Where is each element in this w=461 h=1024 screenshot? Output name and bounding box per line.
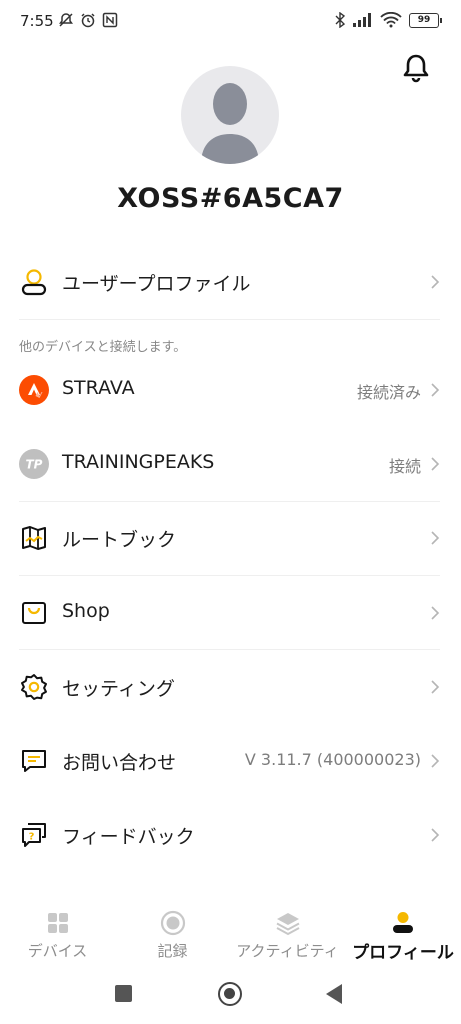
status-time: 7:55 [20,12,54,30]
map-icon [22,526,46,550]
trainingpeaks-status: 接続 [388,457,421,476]
menu-item-trainingpeaks[interactable]: TP TRAININGPEAKS 接続 [0,436,461,492]
tab-profile[interactable]: プロフィール [345,900,461,966]
svg-text:?: ? [29,832,35,843]
menu-item-label: フィードバック [62,826,195,848]
bottom-tab-bar: デバイス 記録 アクティビティ プロフィール [0,900,461,966]
strava-logo-icon [19,375,49,405]
status-bar: 7:55 99 [0,0,461,44]
app-version: V 3.11.7 (400000023) [244,750,421,769]
feedback-icon: ? [22,823,46,847]
profile-icon [393,912,413,933]
nfc-icon [102,12,118,28]
gear-icon [21,674,47,700]
divider [19,649,440,650]
layers-icon [276,913,299,936]
chevron-right-icon [431,275,440,289]
menu-item-contact[interactable]: お問い合わせ V 3.11.7 (400000023) [0,733,461,789]
strava-status: 接続済み [356,383,421,402]
username: XOSS#6A5CA7 [117,183,344,214]
menu-item-strava[interactable]: STRAVA 接続済み [0,362,461,418]
menu-item-user-profile[interactable]: ユーザープロファイル [0,254,461,310]
notifications-off-icon [59,13,73,27]
tab-label: デバイス [27,942,88,960]
chat-message-icon [22,750,46,772]
section-note: 他のデバイスと接続します。 [19,340,187,355]
wifi-icon [380,12,402,28]
system-nav-bar [0,968,461,1024]
menu-item-label: セッティング [62,678,175,700]
tab-record[interactable]: 記録 [115,900,230,966]
bluetooth-icon [335,12,346,28]
menu-item-shop[interactable]: Shop [0,585,461,641]
divider [19,319,440,320]
battery-indicator: 99 [409,13,442,28]
alarm-icon [81,13,95,28]
menu-item-label: STRAVA [62,377,135,399]
svg-text:TP: TP [26,458,43,472]
chevron-right-icon [431,828,440,842]
chevron-right-icon [431,457,440,471]
devices-grid-icon [47,913,68,933]
menu-item-label: TRAININGPEAKS [62,451,215,473]
notification-bell-icon[interactable] [400,52,432,84]
chevron-right-icon [431,754,440,768]
recents-button[interactable] [115,985,132,1002]
tab-devices[interactable]: デバイス [0,900,115,966]
home-button[interactable] [218,982,242,1006]
chevron-right-icon [431,383,440,397]
menu-item-settings[interactable]: セッティング [0,659,461,715]
avatar[interactable] [181,66,279,164]
scroll-fade [0,872,461,902]
menu-item-label: ユーザープロファイル [62,273,251,295]
user-profile-icon [21,269,47,296]
back-button[interactable] [326,984,342,1004]
shopping-bag-icon [22,602,46,624]
record-icon [160,910,185,936]
tab-activity[interactable]: アクティビティ [230,900,345,966]
divider [19,501,440,502]
tab-label: 記録 [157,942,188,960]
chevron-right-icon [431,606,440,620]
menu-item-routebook[interactable]: ルートブック [0,510,461,566]
tab-label: プロフィール [352,943,454,963]
chevron-right-icon [431,531,440,545]
menu-item-label: お問い合わせ [62,752,177,774]
menu-item-label: ルートブック [62,529,177,551]
trainingpeaks-logo-icon: TP [19,449,49,479]
divider [19,575,440,576]
default-avatar-icon [201,83,259,164]
menu-item-feedback[interactable]: ? フィードバック [0,807,461,863]
menu-item-label: Shop [62,600,110,622]
tab-label: アクティビティ [236,942,339,960]
chevron-right-icon [431,680,440,694]
cellular-signal-icon [353,13,371,27]
